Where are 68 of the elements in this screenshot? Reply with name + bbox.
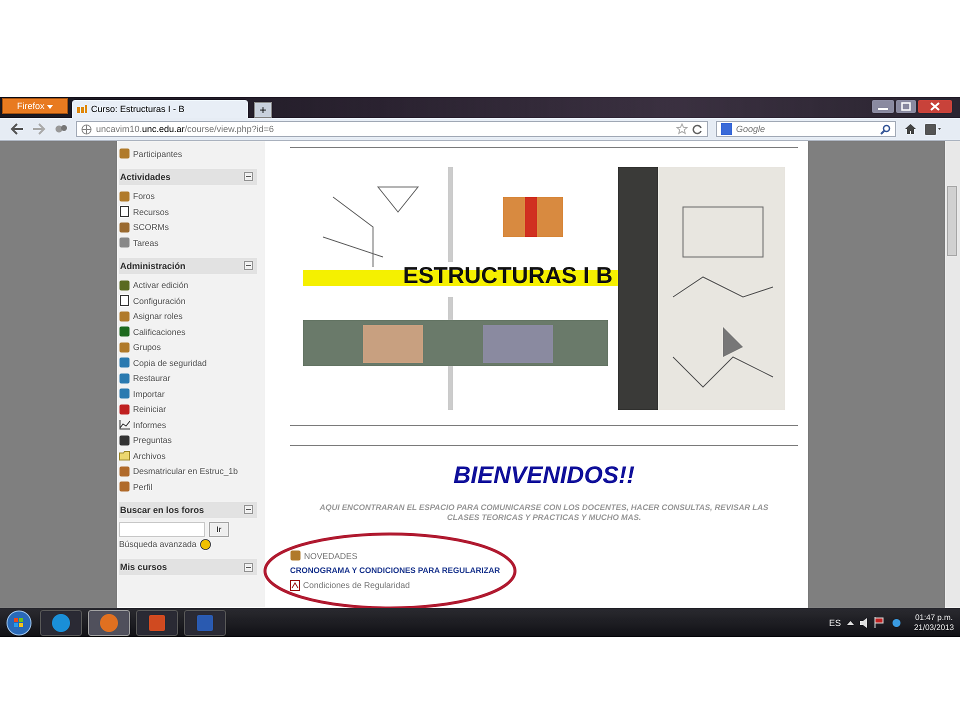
sidebar-link[interactable]: Desmatricular en Estruc_1b — [133, 466, 238, 476]
taskbar-app[interactable] — [40, 610, 82, 636]
resource-link[interactable]: Condiciones de Regularidad — [303, 580, 410, 590]
home-icon[interactable] — [904, 123, 917, 135]
sidebar-link[interactable]: Grupos — [133, 342, 161, 352]
block-header: Buscar en los foros — [119, 502, 257, 518]
sidebar-link[interactable]: Calificaciones — [133, 326, 186, 337]
scrollbar[interactable] — [945, 141, 960, 608]
sidebar-link[interactable]: Preguntas — [133, 435, 172, 446]
search-button[interactable]: Ir — [209, 522, 229, 536]
collapse-icon[interactable] — [244, 562, 253, 572]
collapse-icon[interactable] — [244, 505, 253, 514]
back-icon[interactable] — [10, 123, 24, 135]
taskbar-app[interactable] — [136, 610, 178, 636]
block-header: Actividades — [119, 168, 257, 184]
flag-icon[interactable] — [874, 617, 885, 628]
banner-title: ESTRUCTURAS I B — [403, 262, 613, 289]
sidebar-link[interactable]: Copia de seguridad — [133, 358, 207, 368]
sidebar-link[interactable]: Perfil — [133, 482, 152, 492]
sidebar-link[interactable]: Tareas — [133, 238, 159, 248]
sidebar-link[interactable]: Activar edición — [133, 280, 188, 290]
url-text: uncavim10.unc.edu.ar/course/view.php?id=6 — [96, 124, 274, 134]
browser-tab[interactable]: Curso: Estructuras I - B — [72, 100, 248, 118]
sidebar-link[interactable]: Restaurar — [133, 373, 170, 384]
taskbar-app[interactable] — [88, 610, 130, 636]
search-input[interactable] — [119, 522, 205, 536]
new-tab-button[interactable]: + — [254, 102, 272, 118]
logo-icon — [76, 104, 88, 114]
sidebar-link[interactable]: Reiniciar — [133, 404, 166, 414]
block-header: Mis cursos — [119, 559, 257, 575]
clock-time[interactable]: 01:47 p.m. — [915, 612, 953, 622]
address-bar[interactable]: uncavim10.unc.edu.ar/course/view.php?id=6 — [76, 121, 708, 137]
folder-icon — [119, 450, 130, 462]
intro-text: AQUI ENCONTRARAN EL ESPACIO PARA COMUNICARSE CON LOS DOCENTES, HACER CONSULTAS, REVISAR LAS CLASES TEORICAS Y PRACTICAS Y MUCHO MAS. — [318, 503, 770, 523]
maximize-icon[interactable] — [896, 100, 916, 113]
sidebar-link[interactable]: Asignar roles — [133, 311, 183, 322]
forum-link[interactable]: NOVEDADES — [304, 550, 358, 561]
sidebar-link[interactable]: Participantes — [133, 148, 182, 159]
document-icon — [119, 206, 130, 218]
welcome-heading: BIENVENIDOS!! — [452, 462, 636, 490]
sidebar-link[interactable]: Archivos — [133, 450, 166, 461]
search-field[interactable]: Google — [716, 121, 896, 137]
caret-icon[interactable] — [846, 620, 854, 625]
speaker-icon[interactable] — [860, 618, 868, 628]
close-icon[interactable] — [918, 100, 952, 113]
sidebar-link[interactable]: Configuración — [133, 296, 186, 306]
search-icon[interactable] — [880, 124, 891, 134]
caret-icon — [47, 105, 53, 109]
pdf-icon — [290, 580, 300, 591]
star-icon[interactable] — [676, 123, 688, 135]
sidebar-link[interactable]: Foros — [133, 191, 155, 202]
collapse-icon[interactable] — [244, 261, 253, 270]
document-icon — [119, 295, 130, 306]
sidebar-link[interactable]: SCORMs — [133, 222, 169, 232]
collapse-icon[interactable] — [244, 172, 253, 181]
language-indicator[interactable]: ES — [828, 618, 841, 628]
block-header: Administración — [119, 258, 257, 274]
section-title: CRONOGRAMA Y CONDICIONES PARA REGULARIZAR — [290, 564, 502, 576]
start-button[interactable] — [4, 610, 34, 636]
clock-date[interactable]: 21/03/2013 — [914, 622, 954, 632]
minimize-icon[interactable] — [872, 100, 894, 113]
sidebar-link[interactable]: Informes — [133, 420, 166, 430]
sidebar-link[interactable]: Recursos — [133, 206, 169, 217]
help-icon[interactable] — [200, 538, 211, 550]
reload-icon[interactable] — [692, 124, 703, 134]
advanced-search-link[interactable]: Búsqueda avanzada — [119, 539, 197, 550]
chart-icon — [119, 419, 130, 430]
sidebar-link[interactable]: Importar — [133, 388, 165, 399]
